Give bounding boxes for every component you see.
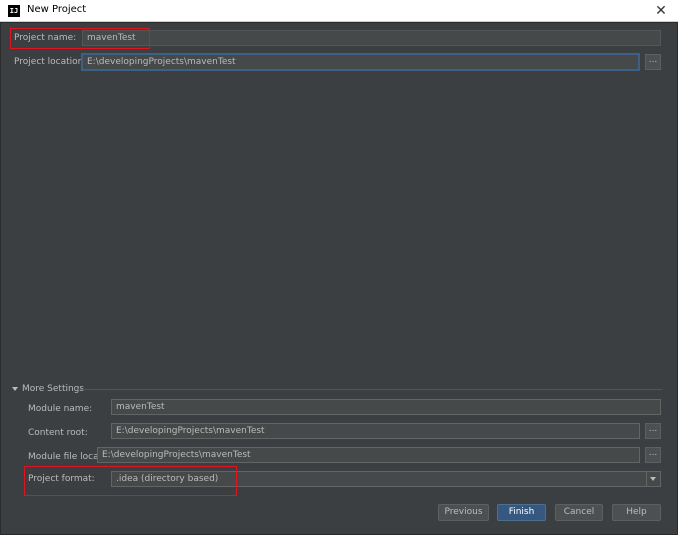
intellij-icon: IJ [8,5,20,17]
content-root-browse-button[interactable]: ... [645,423,661,439]
more-settings-header: More Settings [22,384,85,394]
finish-button[interactable]: Finish [497,504,546,521]
content-root-input[interactable]: E:\developingProjects\mavenTest [111,423,640,439]
project-format-label: Project format: [28,474,95,484]
more-settings-toggle[interactable]: More Settings [12,382,84,396]
project-format-value: .idea (directory based) [116,474,219,484]
content-root-label: Content root: [28,428,88,438]
dropdown-arrow-icon [646,472,660,486]
module-name-label: Module name: [28,404,93,414]
help-button[interactable]: Help [612,504,661,521]
module-name-input[interactable]: mavenTest [111,399,661,415]
module-file-location-input[interactable]: E:\developingProjects\mavenTest [97,447,640,463]
module-file-location-browse-button[interactable]: ... [645,447,661,463]
project-name-label: Project name: [14,33,77,43]
cancel-button[interactable]: Cancel [555,504,603,521]
project-name-input[interactable]: mavenTest [82,30,661,46]
previous-button[interactable]: Previous [438,504,489,521]
project-location-input[interactable]: E:\developingProjects\mavenTest [82,54,639,70]
chevron-down-icon [12,386,18,391]
more-settings-divider [78,389,662,390]
project-format-select[interactable]: .idea (directory based) [111,471,661,487]
close-icon[interactable]: ✕ [652,1,670,21]
project-location-label: Project location: [14,57,87,67]
window-title: New Project [27,4,87,15]
project-location-browse-button[interactable]: ... [645,54,661,70]
title-bar: IJ New Project ✕ [0,0,678,22]
